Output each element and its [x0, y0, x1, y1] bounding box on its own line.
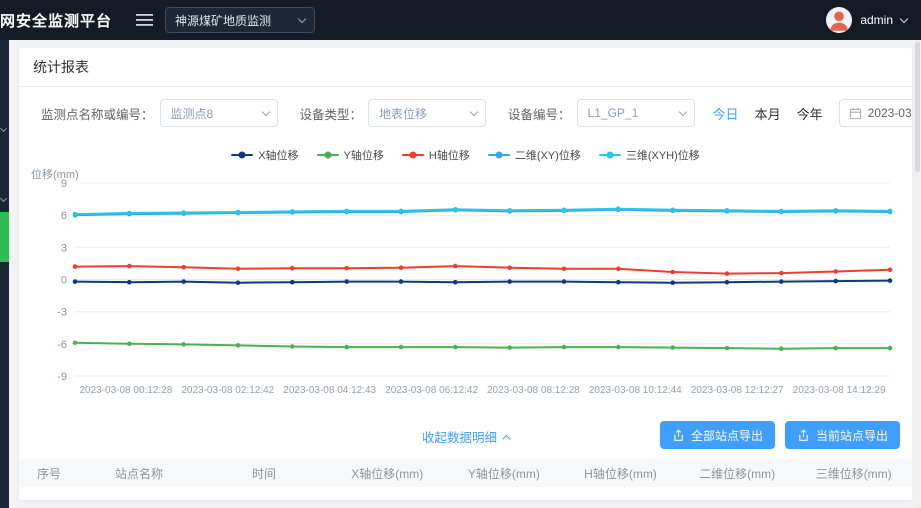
table-header-cell: H轴位移(mm) — [562, 465, 679, 482]
legend-label: Y轴位移 — [344, 147, 384, 163]
export-current-button[interactable]: 当前站点导出 — [785, 421, 900, 449]
export-all-button[interactable]: 全部站点导出 — [660, 421, 775, 449]
svg-text:6: 6 — [61, 210, 67, 222]
person-icon — [826, 7, 852, 33]
svg-text:2023-03-08 04:12:43: 2023-03-08 04:12:43 — [283, 385, 376, 396]
device-type-value: 地表位移 — [379, 105, 427, 122]
svg-text:-9: -9 — [57, 371, 67, 383]
svg-text:2023-03-08 02:12:42: 2023-03-08 02:12:42 — [181, 385, 274, 396]
svg-text:-6: -6 — [57, 339, 67, 351]
mine-select-value: 神源煤矿地质监测 — [175, 12, 271, 29]
report-card: 统计报表 监测点名称或编号： 监测点8 设备类型： 地表位移 设备编号： — [19, 48, 912, 500]
table-header-cell: Y轴位移(mm) — [446, 465, 563, 482]
export-icon — [672, 429, 685, 442]
line-chart: 9630-3-6-9位移(mm)2023-03-08 00:12:282023-… — [27, 167, 902, 412]
scrollbar-thumb[interactable] — [915, 42, 920, 172]
hamburger-icon — [136, 13, 153, 27]
svg-text:3: 3 — [61, 242, 67, 254]
table-header-cell: X轴位移(mm) — [329, 465, 446, 482]
device-no-select[interactable]: L1_GP_1 — [577, 99, 695, 127]
chevron-down-icon — [0, 195, 7, 202]
quick-month-link[interactable]: 本月 — [755, 104, 781, 123]
filter-bar: 监测点名称或编号： 监测点8 设备类型： 地表位移 设备编号： L1_GP_1 — [19, 87, 912, 135]
export-all-label: 全部站点导出 — [691, 427, 763, 444]
quick-today-link[interactable]: 今日 — [713, 104, 739, 123]
device-no-value: L1_GP_1 — [588, 106, 639, 120]
quick-year-link[interactable]: 今年 — [797, 104, 823, 123]
collapse-detail-link[interactable]: 收起数据明细 — [422, 427, 509, 446]
table-header-cell: 三维位移(mm) — [795, 465, 912, 482]
table-header-cell: 站点名称 — [79, 465, 199, 482]
chart-area: 9630-3-6-9位移(mm)2023-03-08 00:12:282023-… — [19, 167, 912, 417]
export-current-label: 当前站点导出 — [816, 427, 888, 444]
svg-text:2023-03-08 12:12:27: 2023-03-08 12:12:27 — [691, 385, 784, 396]
chevron-down-icon — [261, 107, 269, 115]
svg-text:2023-03-08 00:12:28: 2023-03-08 00:12:28 — [79, 385, 172, 396]
sidebar-sliver[interactable] — [0, 40, 9, 508]
legend-label: H轴位移 — [429, 147, 470, 163]
export-icon — [797, 429, 810, 442]
username: admin — [860, 13, 893, 27]
svg-text:2023-03-08 14:12:29: 2023-03-08 14:12:29 — [793, 385, 886, 396]
app-title: 网安全监测平台 — [0, 10, 112, 31]
chart-legend: X轴位移 Y轴位移 H轴位移 二维(XY)位移 三维(XYH)位移 — [19, 135, 912, 167]
menu-toggle-icon[interactable] — [136, 13, 153, 27]
collapse-detail-label: 收起数据明细 — [422, 427, 497, 446]
legend-label: X轴位移 — [258, 147, 298, 163]
legend-item[interactable]: X轴位移 — [231, 147, 298, 163]
empty-placeholder: 暂无数据 — [19, 487, 912, 500]
legend-label: 三维(XYH)位移 — [626, 147, 700, 163]
device-type-label: 设备类型： — [300, 104, 363, 123]
table-header-cell: 序号 — [19, 465, 79, 482]
chevron-down-icon — [470, 107, 478, 115]
date-start: 2023-03-08 — [868, 106, 912, 120]
legend-marker-icon — [402, 154, 424, 156]
chevron-up-icon — [502, 434, 510, 442]
user-avatar — [826, 7, 852, 33]
chevron-down-icon — [900, 14, 908, 22]
date-range-picker[interactable]: 2023-03-08 - 2023-03-08 — [839, 99, 912, 127]
data-table: 序号 站点名称 时间 X轴位移(mm) Y轴位移(mm) H轴位移(mm) 二维… — [19, 459, 912, 500]
device-type-select[interactable]: 地表位移 — [368, 99, 486, 127]
page-title: 统计报表 — [33, 59, 89, 75]
main-content: 统计报表 监测点名称或编号： 监测点8 设备类型： 地表位移 设备编号： — [9, 40, 921, 508]
scrollbar[interactable] — [914, 40, 921, 508]
legend-marker-icon — [488, 154, 510, 156]
actions-row: 收起数据明细 全部站点导出 — [19, 419, 912, 453]
svg-text:位移(mm): 位移(mm) — [31, 167, 79, 181]
legend-label: 二维(XY)位移 — [515, 147, 581, 163]
table-header-cell: 时间 — [199, 465, 329, 482]
user-menu[interactable]: admin — [826, 7, 907, 33]
svg-text:2023-03-08 06:12:42: 2023-03-08 06:12:42 — [385, 385, 478, 396]
mine-select[interactable]: 神源煤矿地质监测 — [165, 7, 315, 33]
chevron-down-icon — [0, 125, 7, 132]
legend-marker-icon — [599, 154, 621, 156]
legend-item[interactable]: Y轴位移 — [317, 147, 384, 163]
table-header-row: 序号 站点名称 时间 X轴位移(mm) Y轴位移(mm) H轴位移(mm) 二维… — [19, 459, 912, 487]
svg-text:0: 0 — [61, 275, 67, 287]
app-header: 网安全监测平台 神源煤矿地质监测 admin — [0, 0, 921, 40]
legend-item[interactable]: H轴位移 — [402, 147, 470, 163]
calendar-icon — [849, 107, 862, 120]
point-select[interactable]: 监测点8 — [160, 99, 278, 127]
point-select-label: 监测点名称或编号： — [41, 104, 154, 123]
sidebar-active-item[interactable] — [0, 212, 9, 262]
table-header-cell: 二维位移(mm) — [679, 465, 796, 482]
point-select-value: 监测点8 — [171, 105, 214, 122]
legend-item[interactable]: 三维(XYH)位移 — [599, 147, 700, 163]
svg-text:2023-03-08 10:12:44: 2023-03-08 10:12:44 — [589, 385, 682, 396]
device-no-label: 设备编号： — [508, 104, 571, 123]
legend-marker-icon — [231, 154, 253, 156]
legend-item[interactable]: 二维(XY)位移 — [488, 147, 581, 163]
chevron-down-icon — [298, 14, 306, 22]
legend-marker-icon — [317, 154, 339, 156]
svg-text:2023-03-08 08:12:28: 2023-03-08 08:12:28 — [487, 385, 580, 396]
chevron-down-icon — [678, 107, 686, 115]
svg-text:-3: -3 — [57, 307, 67, 319]
